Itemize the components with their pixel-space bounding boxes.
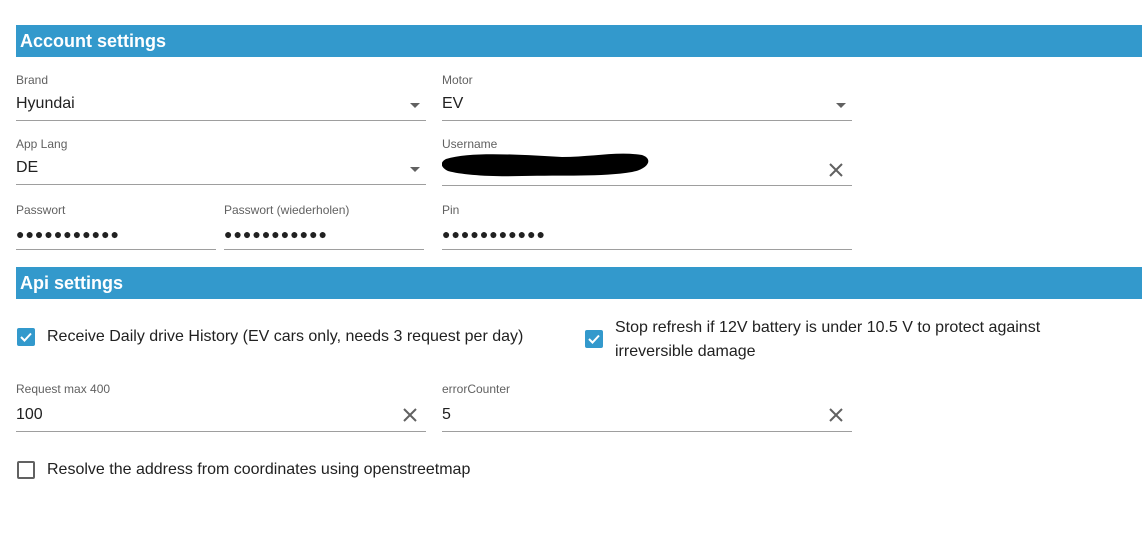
app-lang-value: DE	[16, 159, 39, 176]
close-icon[interactable]	[402, 407, 418, 423]
password-value: ●●●●●●●●●●●	[16, 226, 121, 242]
password-repeat-value: ●●●●●●●●●●●	[224, 226, 329, 242]
daily-history-label[interactable]: Receive Daily drive History (EV cars onl…	[47, 325, 523, 349]
password-underline	[16, 249, 216, 250]
brand-value: Hyundai	[16, 95, 75, 112]
brand-label: Brand	[16, 73, 49, 87]
app-lang-select[interactable]: App Lang DE	[16, 137, 426, 185]
api-settings-title: Api settings	[20, 273, 124, 293]
error-counter-label: errorCounter	[442, 382, 511, 396]
motor-label: Motor	[442, 73, 473, 87]
brand-select[interactable]: Brand Hyundai	[16, 73, 426, 121]
resolve-address-checkbox[interactable]	[17, 461, 35, 479]
pin-underline	[442, 249, 852, 250]
pin-value: ●●●●●●●●●●●	[442, 226, 547, 242]
request-max-value: 100	[16, 406, 43, 423]
error-counter-value: 5	[442, 406, 451, 423]
close-icon[interactable]	[828, 162, 844, 178]
request-max-label: Request max 400	[16, 382, 111, 396]
stop-refresh-label-line2: irreversible damage	[615, 343, 756, 360]
username-field[interactable]: Username	[442, 137, 852, 186]
resolve-address-label[interactable]: Resolve the address from coordinates usi…	[47, 458, 470, 482]
password-field[interactable]: Passwort ●●●●●●●●●●●	[16, 203, 216, 250]
stop-refresh-checkbox[interactable]	[585, 330, 603, 348]
pin-label: Pin	[442, 203, 460, 217]
motor-underline	[442, 120, 852, 121]
caret-down-icon[interactable]	[836, 103, 846, 108]
pin-field[interactable]: Pin ●●●●●●●●●●●	[442, 203, 852, 250]
request-max-underline	[16, 431, 426, 432]
error-counter-underline	[442, 431, 852, 432]
password-repeat-underline	[224, 249, 424, 250]
password-label: Passwort	[16, 203, 66, 217]
stop-refresh-label[interactable]: Stop refresh if 12V battery is under 10.…	[615, 316, 1040, 364]
redaction-scribble	[442, 153, 649, 177]
motor-value: EV	[442, 95, 464, 112]
daily-history-checkbox[interactable]	[17, 328, 35, 346]
app-lang-underline	[16, 184, 426, 185]
api-settings-header: Api settings	[16, 267, 1142, 299]
username-underline	[442, 185, 852, 186]
motor-select[interactable]: Motor EV	[442, 73, 852, 121]
close-icon[interactable]	[828, 407, 844, 423]
stop-refresh-label-line1: Stop refresh if 12V battery is under 10.…	[615, 319, 1041, 336]
checkmark-icon	[20, 332, 32, 342]
caret-down-icon[interactable]	[410, 103, 420, 108]
settings-page: Account settings Brand Hyundai Motor EV …	[0, 0, 1142, 555]
account-settings-header: Account settings	[16, 25, 1142, 57]
account-settings-title: Account settings	[20, 31, 167, 51]
password-repeat-label: Passwort (wiederholen)	[224, 203, 350, 217]
checkmark-icon	[588, 334, 600, 344]
error-counter-field[interactable]: errorCounter 5	[442, 382, 852, 432]
request-max-field[interactable]: Request max 400 100	[16, 382, 426, 432]
brand-underline	[16, 120, 426, 121]
app-lang-label: App Lang	[16, 137, 68, 151]
caret-down-icon[interactable]	[410, 167, 420, 172]
password-repeat-field[interactable]: Passwort (wiederholen) ●●●●●●●●●●●	[224, 203, 424, 250]
